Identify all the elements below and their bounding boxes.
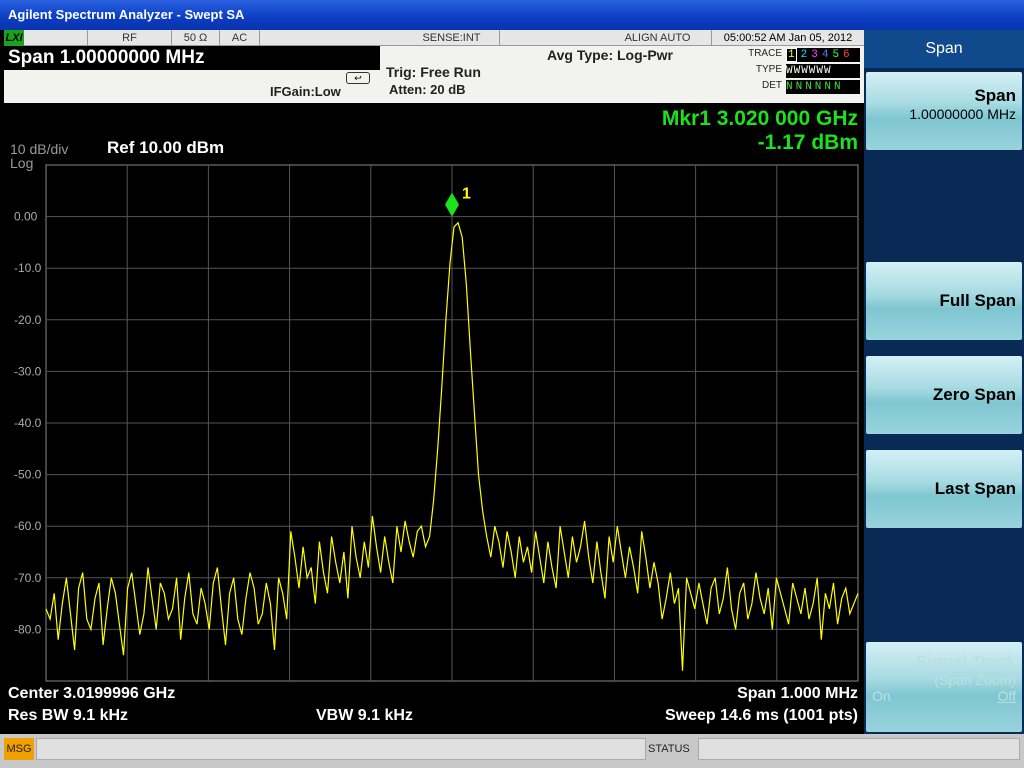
trace-number-4: 4 bbox=[821, 49, 829, 61]
y-tick-label: -50.0 bbox=[14, 468, 42, 482]
zero-span-button[interactable]: Zero Span bbox=[866, 356, 1022, 434]
y-tick-label: -60.0 bbox=[14, 519, 42, 533]
menu-title: Span bbox=[864, 30, 1024, 68]
span-softkey-label: Span bbox=[974, 86, 1016, 105]
signal-track-label: Signal Track bbox=[915, 652, 1016, 671]
sweep-readout: Sweep 14.6 ms (1001 pts) bbox=[665, 707, 858, 724]
avg-type-readout: Avg Type: Log-Pwr bbox=[547, 47, 673, 63]
last-span-button[interactable]: Last Span bbox=[866, 450, 1022, 528]
coupling-indicator: AC bbox=[220, 30, 260, 46]
settings-panel: Span 1.00000000 MHz ↩ IFGain:Low Trig: F… bbox=[4, 46, 864, 103]
type-label: TYPE bbox=[755, 64, 782, 75]
signal-track-button[interactable]: Signal Track (Span Zoom) On Off bbox=[866, 642, 1022, 732]
vbw-readout: VBW 9.1 kHz bbox=[316, 707, 413, 724]
signal-track-sub: (Span Zoom) bbox=[934, 672, 1016, 688]
trace-number-3: 3 bbox=[811, 49, 818, 61]
trace-types: WWWWWW bbox=[786, 64, 860, 78]
rf-indicator: RF bbox=[88, 30, 172, 46]
trace-number-5: 5 bbox=[832, 49, 840, 61]
trace-detectors: NNNNNN bbox=[786, 80, 860, 94]
window-title: Agilent Spectrum Analyzer - Swept SA bbox=[8, 7, 245, 22]
message-field bbox=[36, 738, 646, 760]
y-tick-label: -10.0 bbox=[14, 261, 42, 275]
span-softkey[interactable]: Span 1.00000000 MHz bbox=[866, 72, 1022, 150]
span-readout: Span 1.000 MHz bbox=[737, 685, 858, 702]
spectrum-display: Mkr1 3.020 000 GHz -1.17 dBm 10 dB/div L… bbox=[4, 103, 864, 733]
sense-indicator: SENSE:INT bbox=[404, 30, 500, 46]
spectrum-graticule[interactable]: 0.00 -10.0 -20.0 -30.0 -40.0 -50.0 -60.0 -70.0 -… bbox=[4, 103, 864, 733]
full-span-button[interactable]: Full Span bbox=[866, 262, 1022, 340]
attenuation-readout: Atten: 20 dB bbox=[389, 82, 466, 97]
y-tick-label: -40.0 bbox=[14, 416, 42, 430]
align-indicator: ALIGN AUTO bbox=[604, 30, 712, 46]
lxi-icon: LXI bbox=[4, 30, 24, 46]
signal-track-on: On bbox=[872, 688, 891, 704]
trace-number-1: 1 bbox=[786, 48, 797, 62]
status-field bbox=[698, 738, 1020, 760]
trace-number-6: 6 bbox=[843, 49, 850, 61]
blank-cell bbox=[24, 30, 88, 46]
trace-number-2: 2 bbox=[800, 49, 808, 61]
marker-1-diamond[interactable] bbox=[445, 192, 459, 217]
res-bw-readout: Res BW 9.1 kHz bbox=[8, 707, 129, 724]
message-bar: MSG STATUS bbox=[0, 734, 1024, 768]
status-label: STATUS bbox=[648, 743, 690, 755]
trigger-readout: Trig: Free Run bbox=[386, 64, 481, 80]
trace-label: TRACE bbox=[748, 48, 782, 59]
span-softkey-value: 1.00000000 MHz bbox=[909, 106, 1016, 122]
return-arrow-icon: ↩ bbox=[346, 72, 370, 84]
trace-numbers: 123456 bbox=[786, 48, 860, 62]
y-tick-label: -70.0 bbox=[14, 571, 42, 585]
marker-1-label: 1 bbox=[462, 186, 471, 203]
y-tick-label: -20.0 bbox=[14, 313, 42, 327]
impedance-indicator: 50 Ω bbox=[172, 30, 220, 46]
active-function-span[interactable]: Span 1.00000000 MHz bbox=[4, 46, 380, 70]
datetime-readout: 05:00:52 AM Jan 05, 2012 bbox=[723, 32, 853, 44]
y-tick-label: -30.0 bbox=[14, 364, 42, 378]
center-frequency: Center 3.0199996 GHz bbox=[8, 685, 176, 702]
det-label: DET bbox=[762, 80, 782, 91]
signal-track-off: Off bbox=[997, 688, 1016, 704]
msg-button[interactable]: MSG bbox=[4, 738, 34, 760]
y-tick-label: 0.00 bbox=[14, 210, 38, 224]
ifgain-readout: IFGain:Low bbox=[270, 84, 341, 99]
status-row: LXI RF 50 Ω AC SENSE:INT ALIGN AUTO 05:0… bbox=[4, 30, 864, 46]
window-title-bar: Agilent Spectrum Analyzer - Swept SA bbox=[0, 0, 1024, 30]
softkey-panel: Span Span 1.00000000 MHz Full Span Zero … bbox=[864, 30, 1024, 734]
y-tick-label: -80.0 bbox=[14, 622, 42, 636]
